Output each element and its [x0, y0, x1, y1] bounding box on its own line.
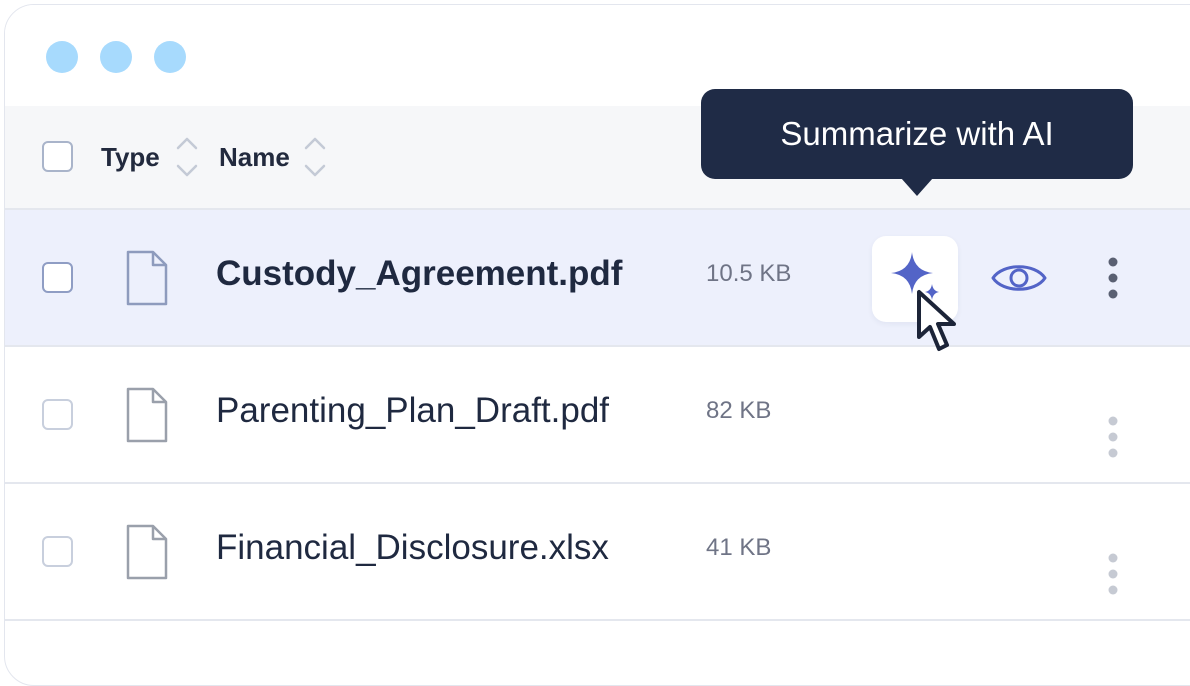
- window-control-dot[interactable]: [154, 41, 186, 73]
- document-icon: [126, 387, 168, 443]
- mouse-cursor-icon: [917, 290, 956, 351]
- row-checkbox[interactable]: [42, 262, 73, 293]
- file-name[interactable]: Financial_Disclosure.xlsx: [216, 528, 609, 568]
- sort-icon[interactable]: [303, 133, 327, 181]
- row-checkbox[interactable]: [42, 399, 73, 430]
- file-name[interactable]: Custody_Agreement.pdf: [216, 254, 622, 294]
- document-icon: [126, 524, 168, 580]
- window-control-dot[interactable]: [46, 41, 78, 73]
- window-control-dot[interactable]: [100, 41, 132, 73]
- file-size: 10.5 KB: [706, 260, 792, 287]
- table-row[interactable]: Custody_Agreement.pdf 10.5 KB: [5, 210, 1190, 347]
- app-window: Type Name Custody_Agreement.pdf 10.5 KB: [4, 4, 1190, 686]
- file-size: 41 KB: [706, 534, 772, 561]
- table-row[interactable]: Parenting_Plan_Draft.pdf 82 KB: [5, 347, 1190, 484]
- tooltip: Summarize with AI: [701, 89, 1133, 179]
- more-vertical-icon[interactable]: [1105, 552, 1121, 596]
- file-size: 82 KB: [706, 397, 772, 424]
- row-checkbox[interactable]: [42, 536, 73, 567]
- file-name[interactable]: Parenting_Plan_Draft.pdf: [216, 391, 609, 431]
- select-all-checkbox[interactable]: [42, 141, 73, 172]
- sort-icon[interactable]: [175, 133, 199, 181]
- more-vertical-icon[interactable]: [1105, 415, 1121, 459]
- document-icon: [126, 250, 168, 306]
- eye-icon[interactable]: [989, 256, 1049, 300]
- column-header-type[interactable]: Type: [101, 142, 160, 173]
- tooltip-text: Summarize with AI: [780, 115, 1054, 152]
- column-header-name[interactable]: Name: [219, 142, 290, 173]
- table-row[interactable]: Financial_Disclosure.xlsx 41 KB: [5, 484, 1190, 621]
- tooltip-arrow: [901, 178, 933, 196]
- more-vertical-icon[interactable]: [1105, 256, 1121, 300]
